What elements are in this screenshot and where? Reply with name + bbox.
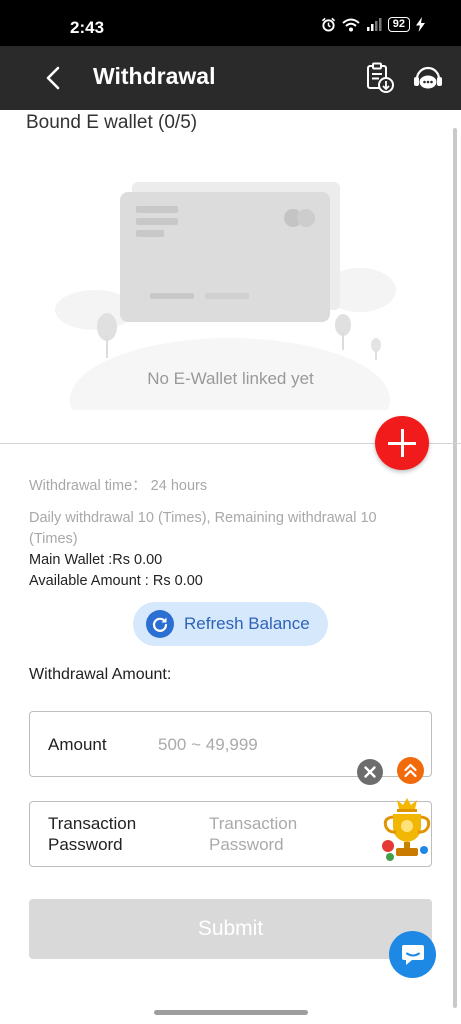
app-header: Withdrawal xyxy=(0,46,461,110)
main-wallet-text: Main Wallet :Rs 0.00 xyxy=(29,552,163,568)
customer-service-icon xyxy=(414,66,442,89)
signal-icon xyxy=(366,17,382,31)
charging-icon xyxy=(416,17,425,32)
back-button[interactable] xyxy=(38,62,70,94)
battery-indicator: 92 xyxy=(387,17,410,32)
close-icon xyxy=(364,766,376,778)
bound-wallet-title: Bound E wallet (0/5) xyxy=(26,112,198,133)
trophy-icon[interactable] xyxy=(380,796,432,862)
amount-label: Amount xyxy=(48,735,107,754)
refresh-balance-label: Refresh Balance xyxy=(184,614,310,633)
add-wallet-button[interactable] xyxy=(375,416,429,470)
status-icons: 92 xyxy=(321,17,425,32)
withdrawal-time-text: Withdrawal time： 24 hours xyxy=(29,478,208,494)
status-bar: 2:43 92 xyxy=(0,0,461,46)
refresh-balance-button[interactable]: Refresh Balance xyxy=(133,602,328,646)
scrollbar[interactable] xyxy=(453,128,457,1008)
scroll-top-button[interactable] xyxy=(397,757,424,784)
daily-withdrawal-text: Daily withdrawal 10 (Times), Remaining w… xyxy=(29,510,377,547)
amount-input[interactable] xyxy=(158,732,348,758)
alarm-icon xyxy=(321,17,335,32)
gesture-navigation-bar[interactable] xyxy=(154,1010,308,1015)
double-chevron-up-icon xyxy=(404,763,417,778)
withdrawal-record-icon xyxy=(367,62,394,93)
transaction-password-label: Transaction Password xyxy=(48,814,137,854)
wifi-icon xyxy=(342,18,360,31)
transaction-password-field: Transaction Password xyxy=(29,801,432,867)
empty-wallet-text: No E-Wallet linked yet xyxy=(147,369,314,388)
live-chat-button[interactable] xyxy=(389,931,436,978)
refresh-icon xyxy=(146,610,174,638)
back-arrow-icon xyxy=(46,66,60,90)
submit-button[interactable]: Submit xyxy=(29,899,432,959)
transaction-password-input[interactable] xyxy=(209,813,359,857)
clear-input-button[interactable] xyxy=(357,759,383,785)
available-amount-text: Available Amount : Rs 0.00 xyxy=(29,573,203,589)
withdrawal-amount-title: Withdrawal Amount: xyxy=(29,666,172,683)
chat-icon xyxy=(401,944,424,965)
customer-service-button[interactable] xyxy=(411,61,445,95)
withdrawal-record-button[interactable] xyxy=(362,61,396,95)
page-title: Withdrawal xyxy=(93,63,216,89)
status-time: 2:43 xyxy=(70,18,105,37)
